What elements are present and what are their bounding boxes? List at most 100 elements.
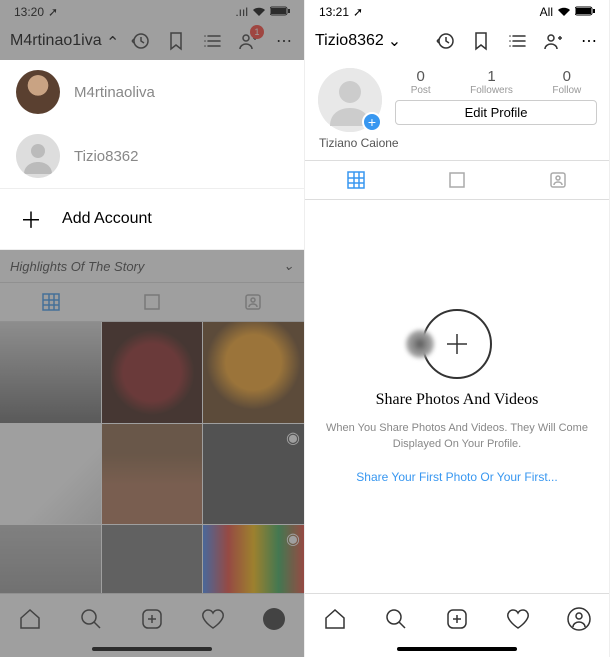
grid-cell[interactable] [102, 322, 203, 423]
highlights-header[interactable]: Highlights Of The Story ⌄ [0, 250, 304, 282]
list-icon[interactable] [202, 31, 222, 51]
plus-icon: ＋ [20, 203, 42, 235]
profile-tabs [305, 160, 609, 200]
chevron-down-icon: ⌄ [388, 31, 401, 51]
grid-cell[interactable] [0, 525, 101, 593]
account-row[interactable]: M4rtinaoliva [0, 60, 304, 124]
history-icon[interactable] [130, 31, 150, 51]
chevron-down-icon: ⌄ [106, 31, 119, 51]
battery-icon [575, 5, 595, 19]
empty-state-title: Share Photos And Videos [376, 391, 539, 409]
phone-right: 13:21➚ All Tizio8362 ⌄ ⋯ + 0P [305, 0, 610, 657]
add-account-label: Add Account [62, 210, 152, 228]
account-switcher-panel: M4rtinaoliva Tizio8362 ＋ Add Account [0, 60, 304, 250]
video-badge-icon: ◉ [286, 428, 300, 442]
chevron-down-icon: ⌄ [283, 258, 294, 274]
home-indicator [397, 647, 517, 651]
nav-activity[interactable] [505, 606, 531, 632]
stat-number: 1 [470, 68, 513, 85]
bookmark-icon[interactable] [471, 31, 491, 51]
username-dropdown[interactable]: Tizio8362 ⌄ [315, 31, 401, 51]
history-icon[interactable] [435, 31, 455, 51]
username-dropdown[interactable]: M4rtinao1iva ⌄ [10, 31, 119, 51]
status-time: 13:21 [319, 5, 349, 19]
add-account-button[interactable]: ＋ Add Account [0, 188, 304, 250]
avatar [16, 134, 60, 178]
more-icon[interactable]: ⋯ [274, 31, 294, 51]
video-badge-icon: ◉ [83, 428, 97, 442]
tab-grid[interactable] [0, 283, 101, 321]
stat-label: Followers [470, 85, 513, 96]
empty-state-description: When You Share Photos And Videos. They W… [325, 421, 589, 452]
discover-people-icon[interactable] [543, 31, 563, 51]
profile-header: M4rtinao1iva ⌄ 1 ⋯ [0, 22, 304, 60]
more-icon[interactable]: ⋯ [579, 31, 599, 51]
edit-profile-button[interactable]: Edit Profile [395, 100, 597, 125]
nav-add[interactable] [139, 606, 165, 632]
grid-cell[interactable] [102, 525, 203, 593]
tab-tagged[interactable] [203, 283, 304, 321]
stat-followers[interactable]: 1Followers [470, 68, 513, 96]
grid-cell[interactable]: ◉ [0, 424, 101, 525]
stat-label: Post [411, 85, 431, 96]
list-icon[interactable] [507, 31, 527, 51]
network-label: All [540, 5, 553, 19]
profile-body: Highlights Of The Story ⌄ ◉ ◉ ◉ [0, 250, 304, 593]
add-story-plus-icon[interactable]: + [362, 112, 382, 132]
profile-header: Tizio8362 ⌄ ⋯ [305, 22, 609, 60]
video-badge-icon: ◉ [286, 529, 300, 543]
battery-icon [270, 5, 290, 19]
stat-following[interactable]: 0Follow [552, 68, 581, 96]
stat-label: Follow [552, 85, 581, 96]
stat-number: 0 [411, 68, 431, 85]
nav-home[interactable] [322, 606, 348, 632]
tab-feed[interactable] [406, 161, 507, 199]
discover-people-icon[interactable]: 1 [238, 31, 258, 51]
nav-profile[interactable] [566, 606, 592, 632]
grid-cell[interactable]: ◉ [203, 424, 304, 525]
highlights-label: Highlights Of The Story [10, 259, 144, 274]
tab-tagged[interactable] [508, 161, 609, 199]
status-bar: 13:21 ➚ All [305, 0, 609, 22]
empty-state: Share Photos And Videos When You Share P… [305, 200, 609, 593]
signal-icon: .ııl [235, 5, 248, 19]
location-icon: ➚ [48, 5, 58, 19]
avatar [16, 70, 60, 114]
grid-cell[interactable]: ◉ [203, 525, 304, 593]
nav-search[interactable] [78, 606, 104, 632]
nav-add[interactable] [444, 606, 470, 632]
stat-number: 0 [552, 68, 581, 85]
status-bar: 13:20 ➚ .ııl [0, 0, 304, 22]
profile-tabs [0, 282, 304, 322]
phone-left: 13:20 ➚ .ııl M4rtinao1iva ⌄ 1 ⋯ [0, 0, 305, 657]
account-row[interactable]: Tizio8362 [0, 124, 304, 188]
profile-avatar[interactable]: + [318, 68, 382, 132]
grid-cell[interactable] [0, 322, 101, 423]
account-name: M4rtinaoliva [74, 84, 155, 101]
account-name: Tizio8362 [74, 148, 138, 165]
status-time: 13:20 [14, 5, 44, 19]
display-name: Tiziano Caione [305, 134, 609, 160]
home-indicator [92, 647, 212, 651]
grid-cell[interactable] [203, 322, 304, 423]
nav-home[interactable] [17, 606, 43, 632]
nav-search[interactable] [383, 606, 409, 632]
header-username: M4rtinao1iva [10, 32, 102, 50]
wifi-icon [252, 5, 266, 19]
stat-posts[interactable]: 0Post [411, 68, 431, 96]
photo-grid: ◉ ◉ ◉ [0, 322, 304, 593]
empty-state-icon [422, 309, 492, 379]
wifi-icon [557, 5, 571, 19]
bottom-nav [0, 593, 304, 643]
grid-cell[interactable] [102, 424, 203, 525]
share-first-link[interactable]: Share Your First Photo Or Your First... [356, 470, 557, 484]
profile-stats-row: + 0Post 1Followers 0Follow Edit Profile [305, 60, 609, 134]
location-icon: ➚ [353, 5, 363, 19]
tab-feed[interactable] [101, 283, 202, 321]
notification-badge: 1 [250, 25, 264, 39]
bookmark-icon[interactable] [166, 31, 186, 51]
header-username: Tizio8362 [315, 32, 384, 50]
nav-activity[interactable] [200, 606, 226, 632]
tab-grid[interactable] [305, 161, 406, 199]
nav-profile[interactable] [261, 606, 287, 632]
